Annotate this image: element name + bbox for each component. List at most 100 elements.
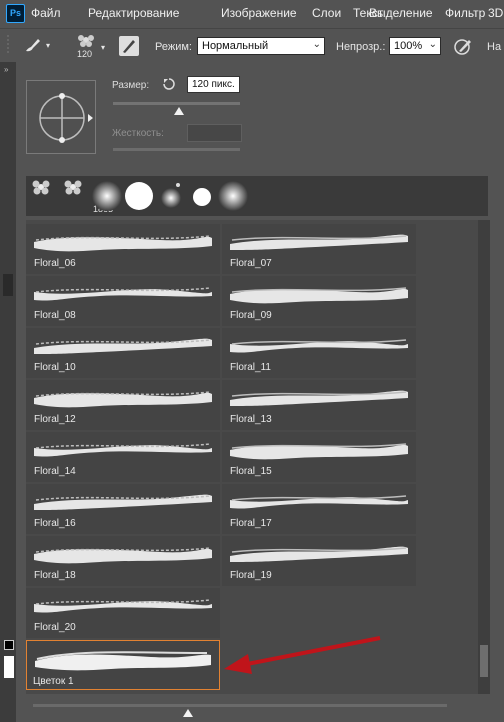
brush-name: Floral_06 (34, 258, 76, 269)
size-label: Размер: (112, 80, 150, 91)
brush-name: Floral_14 (34, 466, 76, 477)
brush-name: Floral_18 (34, 570, 76, 581)
brush-item[interactable]: Floral_15 (222, 432, 416, 482)
size-slider-thumb[interactable] (174, 107, 185, 115)
brush-name: Floral_07 (230, 258, 272, 269)
brush-name: Floral_11 (230, 362, 271, 373)
brush-item[interactable]: Floral_19 (222, 536, 416, 586)
soft-round-small-icon[interactable] (156, 176, 186, 216)
brush-item[interactable]: Floral_16 (26, 484, 220, 534)
size-slider[interactable] (113, 102, 240, 105)
menu-edit[interactable]: Редактирование (88, 6, 179, 20)
preset-item[interactable]: 125 (26, 176, 79, 216)
brush-item[interactable]: Floral_11 (222, 328, 416, 378)
photoshop-logo: Ps (6, 4, 25, 23)
brush-stroke-preview (230, 546, 408, 562)
brush-item[interactable]: Floral_09 (222, 276, 416, 326)
brush-stroke-preview (34, 547, 212, 564)
foreground-swatch[interactable] (4, 640, 14, 650)
chevron-down-icon[interactable]: ▾ (101, 43, 105, 52)
menu-select[interactable]: Выделение (369, 6, 433, 20)
brush-item[interactable]: Floral_12 (26, 380, 220, 430)
brush-list: Floral_06 Floral_07 Floral_08 Floral_09 Flor… (26, 220, 478, 694)
toolbar-strip: » (0, 62, 16, 722)
flower-icon (32, 180, 50, 195)
chevron-down-icon[interactable]: ▾ (46, 41, 50, 50)
menu-filter[interactable]: Фильтр (445, 6, 485, 20)
soft-round-large-icon[interactable] (216, 176, 250, 216)
brush-name: Floral_17 (230, 518, 272, 529)
brush-name: Floral_12 (34, 414, 76, 425)
brush-item[interactable]: Floral_18 (26, 536, 220, 586)
brush-name: Floral_16 (34, 518, 76, 529)
brush-stroke-preview (34, 235, 212, 252)
mode-select[interactable]: Нормальный ⌄ (197, 37, 325, 55)
brush-angle-preview[interactable] (26, 80, 96, 154)
preset-item[interactable]: 1863 (58, 176, 113, 216)
brush-stroke-preview (34, 338, 212, 354)
brush-angle-icon (39, 93, 93, 143)
brush-name: Floral_19 (230, 570, 272, 581)
reset-icon[interactable] (161, 77, 177, 91)
soft-round-icon[interactable] (90, 176, 124, 216)
hardness-input[interactable] (187, 124, 242, 142)
brush-item[interactable]: Floral_14 (26, 432, 220, 482)
thumbnail-size-thumb[interactable] (183, 709, 193, 717)
brush-stroke-preview (35, 651, 211, 671)
menu-layers[interactable]: Слои (312, 6, 341, 20)
brush-stroke-preview (34, 287, 212, 301)
brush-name: Floral_13 (230, 414, 272, 425)
thumbnail-size-slider[interactable] (33, 704, 447, 707)
brush-item-new[interactable]: Цветок 1 (26, 640, 220, 690)
brush-list-scrollbar[interactable] (478, 220, 490, 694)
brush-name: Floral_15 (230, 466, 272, 477)
brush-size-value: 120 (77, 49, 93, 59)
color-swatches[interactable] (2, 640, 16, 684)
background-swatch[interactable] (4, 656, 14, 678)
tool-button[interactable] (3, 274, 13, 296)
opacity-label: Непрозр.: (336, 41, 386, 53)
chevron-down-icon: ⌄ (312, 39, 321, 50)
brush-name: Floral_09 (230, 310, 272, 321)
menu-image[interactable]: Изображение (221, 6, 297, 20)
brush-preset-picker[interactable]: 120 (72, 31, 100, 61)
pressure-opacity-icon[interactable] (452, 36, 474, 56)
hard-round-icon[interactable] (122, 176, 156, 216)
brush-stroke-preview (230, 390, 408, 406)
hardness-label: Жесткость: (112, 128, 164, 139)
brush-name: Floral_10 (34, 362, 76, 373)
brush-item[interactable]: Floral_10 (26, 328, 220, 378)
menu-grip-icon (7, 35, 9, 55)
brush-stroke-preview (34, 599, 212, 613)
brush-stroke-preview (230, 443, 408, 460)
brush-item[interactable]: Floral_20 (26, 588, 220, 638)
preset-thumbnails: 125 1863 (26, 176, 488, 216)
brush-item[interactable]: Floral_06 (26, 224, 220, 274)
options-bar: ▾ 120 ▾ Режим: Нормальный ⌄ Непрозр.: 10… (0, 28, 504, 63)
menu-file[interactable]: Файл (31, 6, 61, 20)
brush-item[interactable]: Floral_08 (26, 276, 220, 326)
expand-icon[interactable]: » (4, 65, 8, 74)
brush-item[interactable]: Floral_17 (222, 484, 416, 534)
brush-stroke-preview (230, 287, 408, 304)
brush-stroke-preview (230, 495, 408, 509)
brush-stroke-preview (34, 443, 212, 457)
scrollbar-thumb[interactable] (480, 645, 488, 677)
chevron-down-icon: ⌄ (428, 39, 437, 50)
flower-icon (78, 35, 94, 47)
brush-tool-icon[interactable] (22, 36, 42, 54)
opacity-field[interactable]: 100% ⌄ (389, 37, 441, 55)
flow-label: На (487, 41, 502, 53)
menu-3d[interactable]: 3D (488, 6, 503, 20)
brush-stroke-preview (230, 234, 408, 250)
size-input[interactable]: 120 пикс. (187, 76, 240, 93)
brush-name: Цветок 1 (33, 676, 74, 687)
brush-item[interactable]: Floral_07 (222, 224, 416, 274)
brush-stroke-preview (230, 339, 408, 353)
menu-bar: Ps Файл Редактирование Изображение Слои … (0, 0, 504, 26)
hard-round-small-icon[interactable] (187, 176, 217, 216)
hardness-slider[interactable] (113, 148, 240, 151)
brush-item[interactable]: Floral_13 (222, 380, 416, 430)
flower-icon (64, 180, 82, 195)
brush-panel-toggle-icon[interactable] (118, 35, 140, 57)
